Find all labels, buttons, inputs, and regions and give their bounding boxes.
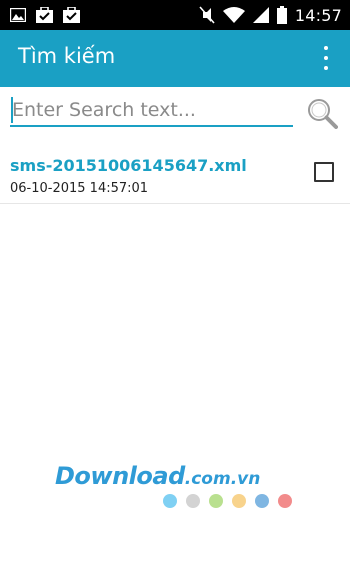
watermark-logo: Download.com.vn bbox=[55, 462, 295, 522]
file-name: sms-20151006145647.xml bbox=[10, 156, 247, 175]
status-bar: 14:57 bbox=[0, 0, 350, 30]
briefcase-check-icon bbox=[36, 7, 53, 23]
watermark-dot bbox=[278, 494, 292, 508]
select-checkbox[interactable] bbox=[314, 162, 334, 182]
mute-icon bbox=[199, 6, 215, 24]
wifi-icon bbox=[222, 7, 245, 23]
list-item[interactable]: sms-20151006145647.xml 06-10-2015 14:57:… bbox=[0, 148, 350, 204]
file-date: 06-10-2015 14:57:01 bbox=[10, 181, 149, 196]
search-icon[interactable] bbox=[306, 97, 338, 129]
watermark-dot bbox=[209, 494, 223, 508]
battery-icon bbox=[276, 6, 287, 24]
image-icon bbox=[10, 8, 26, 22]
text-cursor bbox=[11, 97, 13, 123]
action-bar: Tìm kiếm bbox=[0, 30, 350, 87]
watermark-dot bbox=[163, 494, 177, 508]
watermark-dot bbox=[232, 494, 246, 508]
watermark-dot bbox=[255, 494, 269, 508]
watermark-suffix: .com.vn bbox=[184, 469, 261, 489]
watermark-dot bbox=[186, 494, 200, 508]
search-input[interactable] bbox=[10, 95, 293, 127]
search-bar bbox=[0, 87, 350, 137]
watermark-dots bbox=[163, 494, 292, 508]
watermark-text: Download bbox=[55, 462, 185, 490]
briefcase-check-icon bbox=[63, 7, 80, 23]
signal-icon bbox=[252, 7, 269, 23]
page-title: Tìm kiếm bbox=[18, 44, 116, 68]
overflow-menu-icon[interactable] bbox=[316, 46, 336, 70]
status-time: 14:57 bbox=[294, 5, 342, 25]
